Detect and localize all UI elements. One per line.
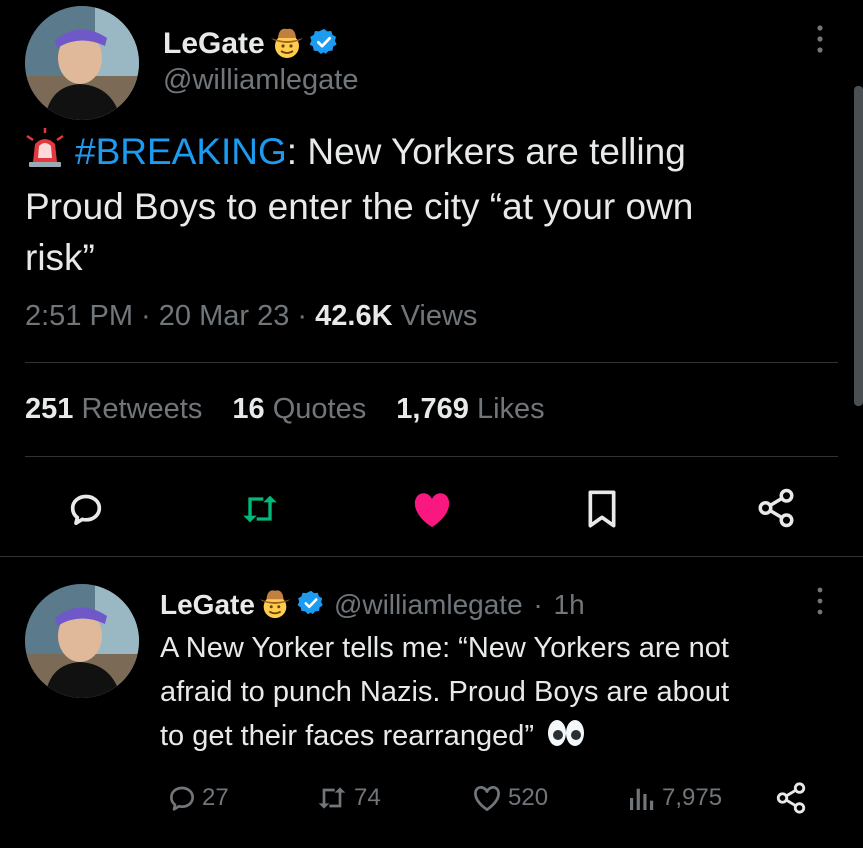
reply-retweet-button[interactable]: 74 [314, 780, 381, 816]
tweet-text: #BREAKING: New Yorkers are telling Proud… [25, 126, 825, 283]
reply-share-button[interactable] [774, 780, 808, 816]
likes-count: 1,769 [396, 393, 469, 425]
divider [25, 362, 838, 363]
heart-filled-icon [414, 493, 450, 528]
likes-label: Likes [476, 393, 545, 425]
heart-outline-icon [474, 786, 500, 811]
bookmark-icon [588, 490, 616, 528]
reply-author-handle[interactable]: @williamlegate [334, 589, 523, 621]
reply-replies-count: 27 [202, 784, 229, 811]
retweet-icon [318, 787, 346, 809]
share-icon [776, 782, 806, 814]
divider [25, 456, 838, 457]
reply-header: LeGate @williamlegate · 1h [160, 584, 585, 626]
reply-author-avatar[interactable] [25, 584, 139, 698]
reply-retweets-count: 74 [354, 784, 381, 811]
meta-separator: · [289, 300, 316, 332]
verified-badge-icon [309, 27, 339, 62]
cowboy-hat-face-icon [269, 24, 305, 65]
cowboy-hat-face-icon [258, 586, 292, 625]
tweet-meta: 2:51 PM · 20 Mar 23 · 42.6K Views [25, 300, 477, 333]
retweets-label: Retweets [81, 393, 203, 425]
retweet-button[interactable] [236, 487, 284, 531]
police-light-icon [25, 128, 65, 181]
tweet-time[interactable]: 2:51 PM [25, 300, 133, 332]
reply-author-display-name[interactable]: LeGate [160, 589, 255, 621]
scrollbar-thumb[interactable] [854, 86, 863, 406]
reply-time-separator: · [525, 589, 551, 620]
verified-badge-icon [297, 589, 325, 622]
reply-like-button[interactable]: 520 [470, 780, 548, 816]
retweets-stat[interactable]: 251 Retweets [25, 393, 202, 425]
reply-views-count: 7,975 [662, 784, 723, 811]
reply-text: A New Yorker tells me: “New Yorkers are … [160, 626, 850, 761]
reply-icon [70, 494, 102, 525]
quotes-label: Quotes [272, 393, 367, 425]
reply-text-line3-row: to get their faces rearranged” [160, 714, 850, 761]
divider [0, 556, 863, 557]
reply-likes-count: 520 [508, 784, 549, 811]
reply-more-options-icon[interactable] [810, 585, 830, 617]
views-count: 42.6K [315, 300, 393, 332]
hashtag-breaking[interactable]: #BREAKING [75, 131, 287, 172]
reply-button[interactable] [64, 487, 108, 531]
like-button[interactable] [408, 487, 456, 531]
author-display-name[interactable]: LeGate [163, 27, 265, 61]
views-chart-icon [630, 788, 654, 810]
tweet-body-line3: risk” [25, 237, 95, 278]
quotes-count: 16 [232, 393, 265, 425]
author-avatar[interactable] [25, 6, 139, 120]
tweet-body-line1: : New Yorkers are telling [286, 131, 686, 172]
reply-time-ago[interactable]: 1h [554, 589, 585, 621]
author-name-row: LeGate [163, 22, 339, 66]
reply-views-button[interactable]: 7,975 [626, 780, 722, 816]
author-handle[interactable]: @williamlegate [163, 64, 358, 97]
bookmark-button[interactable] [580, 487, 624, 531]
likes-stat[interactable]: 1,769 Likes [396, 393, 544, 425]
retweet-icon [243, 495, 277, 523]
views-label: Views [392, 300, 478, 332]
share-button[interactable] [752, 485, 800, 531]
reply-text-line2: afraid to punch Nazis. Proud Boys are ab… [160, 676, 730, 708]
reply-text-line3: to get their faces rearranged” [160, 720, 534, 752]
reply-reply-button[interactable]: 27 [166, 780, 229, 816]
reply-icon [170, 786, 194, 811]
reply-text-line1: A New Yorker tells me: “New Yorkers are … [160, 632, 729, 664]
meta-separator: · [133, 300, 159, 332]
tweet-body-line2: Proud Boys to enter the city “at your ow… [25, 186, 694, 227]
more-options-icon[interactable] [810, 22, 830, 56]
eyes-icon [546, 717, 586, 761]
tweet-date[interactable]: 20 Mar 23 [159, 300, 290, 332]
tweet-stats: 251 Retweets 16 Quotes 1,769 Likes [25, 393, 567, 426]
share-icon [758, 488, 794, 528]
retweets-count: 251 [25, 393, 74, 425]
tweet-text-line1: #BREAKING: New Yorkers are telling [25, 126, 825, 181]
quotes-stat[interactable]: 16 Quotes [232, 393, 366, 425]
